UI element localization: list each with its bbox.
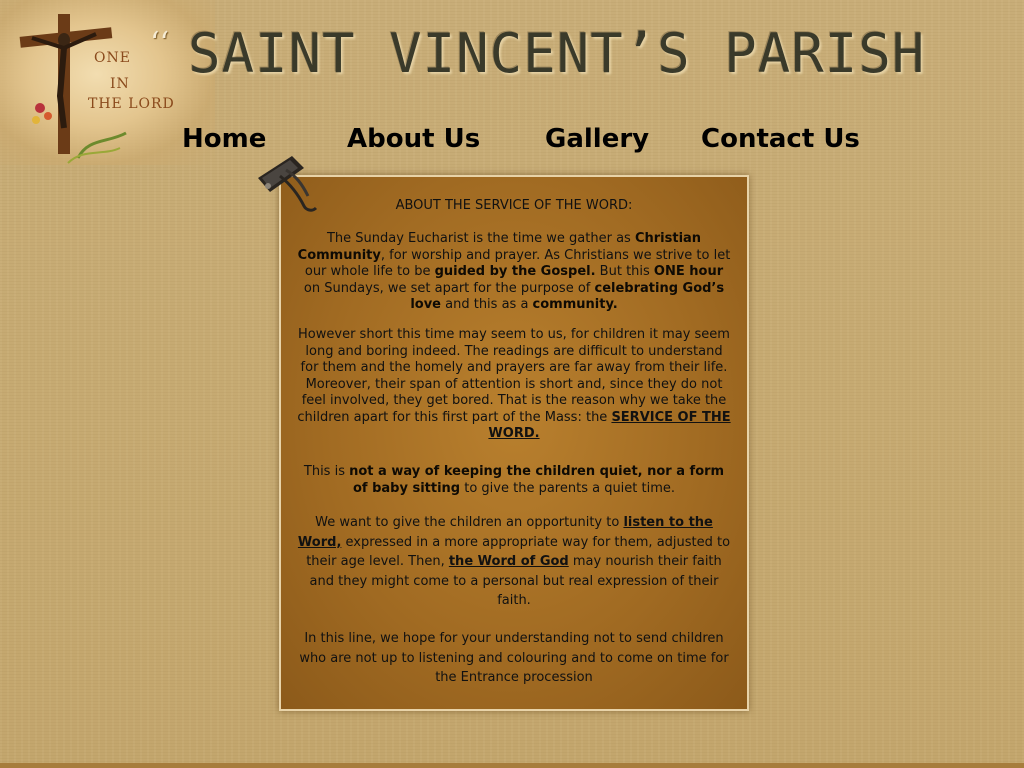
- quote-mark-icon: ‘‘: [150, 26, 170, 61]
- nav-contact-us[interactable]: Contact Us: [701, 124, 860, 154]
- paragraph-listen-word: We want to give the children an opportun…: [297, 513, 731, 611]
- text: on Sundays, we set apart for the purpose…: [303, 280, 595, 296]
- link-word-of-god[interactable]: the Word of God: [449, 554, 569, 569]
- text: The Sunday Eucharist is the time we gath…: [326, 231, 635, 246]
- binder-clip-icon: [258, 156, 318, 212]
- nav-about-us[interactable]: About Us: [347, 124, 480, 154]
- content-panel: ABOUT THE SERVICE OF THE WORD: The Sunda…: [279, 175, 749, 711]
- site-title: SAINT VINCENT’S PARISH: [188, 22, 926, 85]
- paragraph-children: However short this time may seem to us, …: [297, 327, 731, 443]
- emphasis-community: community.: [532, 297, 618, 312]
- text: We want to give the children an opportun…: [315, 515, 624, 530]
- nav-gallery[interactable]: Gallery: [545, 124, 649, 154]
- text: But this: [595, 264, 654, 279]
- content-heading: ABOUT THE SERVICE OF THE WORD:: [395, 198, 633, 213]
- bottom-bar: [0, 763, 1024, 768]
- text: and this as a: [441, 297, 533, 312]
- text: to give the parents a quiet time.: [460, 480, 676, 496]
- emphasis-one-hour: ONE hour: [653, 264, 724, 279]
- text: This is: [303, 464, 350, 479]
- logo-line-1: ONE: [94, 50, 131, 66]
- paragraph-eucharist: The Sunday Eucharist is the time we gath…: [297, 231, 731, 314]
- paragraph-not-babysitting: This is not a way of keeping the childre…: [297, 464, 731, 497]
- emphasis-guided-by-gospel: guided by the Gospel.: [434, 264, 596, 279]
- logo-line-3: THE LORD: [88, 96, 175, 112]
- logo-line-2: IN: [110, 76, 130, 92]
- paragraph-understanding: In this line, we hope for your understan…: [299, 631, 729, 685]
